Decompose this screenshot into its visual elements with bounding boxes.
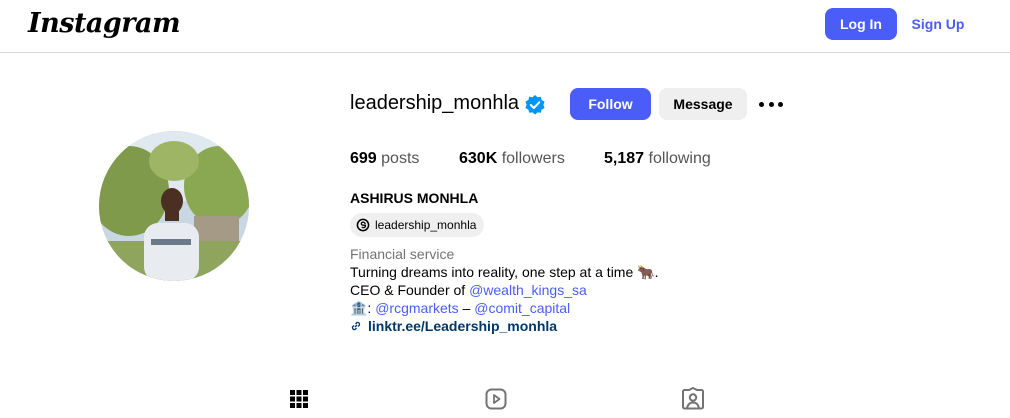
following-stat[interactable]: 5,187 following	[604, 150, 711, 168]
link-icon	[351, 321, 361, 331]
more-options-icon[interactable]	[759, 95, 783, 113]
grid-icon[interactable]	[287, 387, 311, 411]
profile-category: Financial service	[350, 246, 455, 262]
profile-username: leadership_monhla	[350, 92, 520, 114]
bio-line-1: Turning dreams into reality, one step at…	[350, 264, 659, 280]
posts-count: 699	[350, 150, 377, 167]
avatar-photo	[99, 131, 249, 281]
signup-button[interactable]: Sign Up	[905, 8, 971, 40]
followers-count: 630K	[459, 150, 498, 167]
top-navigation-bar: Instagram Log In Sign Up	[0, 0, 1010, 53]
login-button[interactable]: Log In	[825, 8, 897, 40]
following-count: 5,187	[604, 150, 645, 167]
followers-stat[interactable]: 630K followers	[459, 150, 565, 168]
bio-link[interactable]: linktr.ee/Leadership_monhla	[350, 318, 557, 334]
instagram-logo[interactable]: Instagram	[28, 8, 181, 39]
profile-full-name: ASHIRUS MONHLA	[350, 190, 479, 206]
bio-line-2: CEO & Founder of @wealth_kings_sa	[350, 282, 587, 298]
threads-icon	[356, 218, 370, 232]
tagged-icon[interactable]	[681, 387, 705, 411]
bio-line-3-text: 🏦:	[350, 300, 376, 316]
threads-handle: leadership_monhla	[375, 218, 477, 232]
profile-avatar[interactable]	[99, 131, 249, 281]
mention-wealth-kings[interactable]: @wealth_kings_sa	[469, 282, 587, 298]
followers-label: followers	[501, 150, 565, 167]
message-button[interactable]: Message	[659, 88, 747, 120]
posts-stat: 699 posts	[350, 150, 419, 168]
bio-separator: –	[458, 300, 475, 316]
mention-rcgmarkets[interactable]: @rcgmarkets	[375, 300, 458, 316]
bio-link-text: linktr.ee/Leadership_monhla	[368, 318, 558, 334]
following-label: following	[648, 150, 711, 167]
reels-icon[interactable]	[484, 387, 508, 411]
verified-badge-icon	[525, 95, 545, 115]
bio-line-3: 🏦: @rcgmarkets – @comit_capital	[350, 300, 570, 317]
bio-line-2-text: CEO & Founder of	[350, 282, 470, 298]
mention-comit-capital[interactable]: @comit_capital	[474, 300, 570, 316]
follow-button[interactable]: Follow	[570, 88, 651, 120]
posts-label: posts	[381, 150, 420, 167]
threads-badge[interactable]: leadership_monhla	[350, 213, 485, 237]
